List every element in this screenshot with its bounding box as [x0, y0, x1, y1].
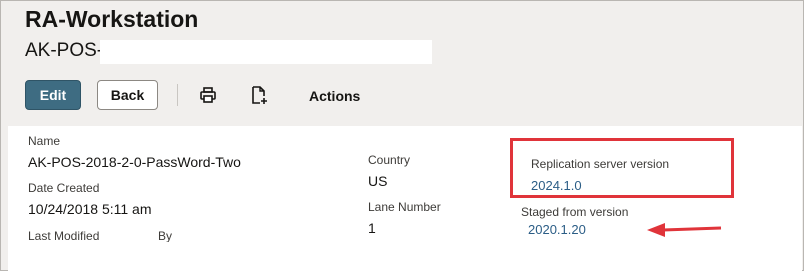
redacted-area	[20, 242, 440, 271]
name-value: AK-POS-2018-2-0-PassWord-Two	[28, 154, 241, 170]
replication-server-version-label: Replication server version	[531, 157, 670, 171]
lane-number-label: Lane Number	[368, 200, 441, 214]
page-subtitle: AK-POS-	[25, 40, 104, 61]
name-label: Name	[28, 134, 61, 148]
redacted-area	[100, 40, 432, 64]
replication-server-version-value[interactable]: 2024.1.0	[531, 178, 582, 193]
arrow-left-icon	[647, 223, 722, 237]
country-label: Country	[368, 153, 411, 167]
actions-menu[interactable]: Actions	[309, 88, 360, 104]
staged-from-version-value[interactable]: 2020.1.20	[528, 222, 586, 237]
page-title: RA-Workstation	[25, 6, 199, 32]
toolbar-divider	[177, 84, 178, 106]
last-modified-label: Last Modified	[28, 229, 100, 243]
by-label: By	[158, 229, 173, 243]
date-created-value: 10/24/2018 5:11 am	[28, 201, 152, 217]
edit-button[interactable]: Edit	[25, 80, 81, 110]
date-created-label: Date Created	[28, 181, 100, 195]
back-button[interactable]: Back	[97, 80, 158, 110]
new-document-icon[interactable]	[248, 85, 270, 105]
lane-number-value: 1	[368, 220, 376, 236]
print-icon[interactable]	[197, 85, 219, 105]
staged-from-version-label: Staged from version	[521, 205, 629, 219]
country-value: US	[368, 173, 388, 189]
